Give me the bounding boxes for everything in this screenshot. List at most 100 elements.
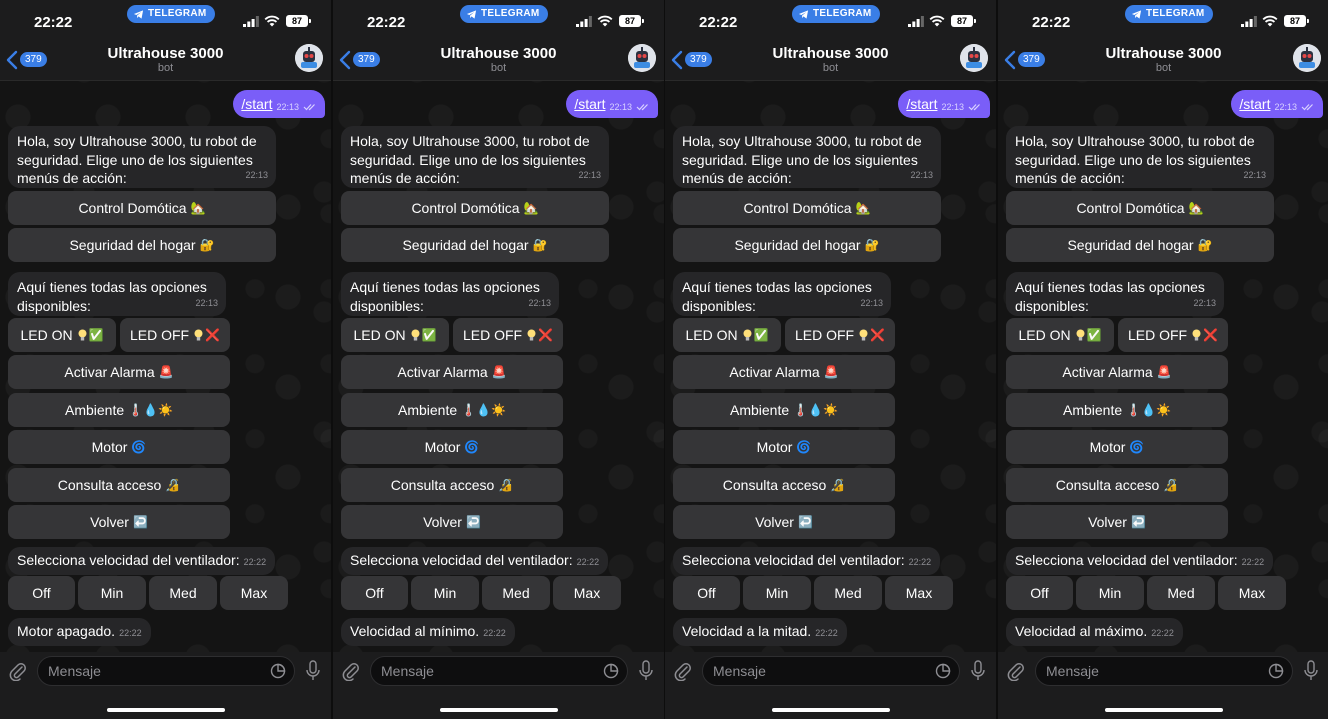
start-command[interactable]: /start [906,96,937,112]
activar-alarma-button[interactable]: Activar Alarma 🚨 [1006,355,1228,389]
seguridad-hogar-button[interactable]: Seguridad del hogar 🔐 [673,228,941,262]
paperclip-icon[interactable] [341,661,361,681]
fan-med-button[interactable]: Med [814,576,882,610]
cellular-signal-icon [243,16,259,27]
return-to-app-pill[interactable]: TELEGRAM [127,5,215,23]
phone-screen: 22:22 TELEGRAM 87 379 Ultrahouse 3000 bo… [665,0,996,719]
seguridad-hogar-button[interactable]: Seguridad del hogar 🔐 [341,228,609,262]
message-input[interactable]: Mensaje [702,656,960,686]
return-to-app-pill[interactable]: TELEGRAM [460,5,548,23]
status-bar: 22:22 TELEGRAM 87 [998,0,1328,40]
message-input[interactable]: Mensaje [370,656,628,686]
fan-off-button[interactable]: Off [673,576,740,610]
fan-max-button[interactable]: Max [885,576,953,610]
bot-avatar-icon[interactable] [960,44,988,72]
paperclip-icon[interactable] [8,661,28,681]
fan-speed-message: Selecciona velocidad del ventilador: 22:2… [673,547,941,575]
fan-med-button[interactable]: Med [1147,576,1215,610]
control-domotica-button[interactable]: Control Domótica 🏡 [673,191,941,225]
volver-button[interactable]: Volver ↩️ [341,505,563,539]
fan-max-button[interactable]: Max [1218,576,1286,610]
led-off-button[interactable]: LED OFF ❌ [120,318,230,352]
sticker-icon[interactable] [270,663,286,679]
response-text: Velocidad al mínimo. [350,623,480,639]
microphone-icon[interactable] [638,660,654,682]
volver-button[interactable]: Volver ↩️ [1006,505,1228,539]
led-on-button[interactable]: LED ON ✅ [341,318,449,352]
microphone-icon[interactable] [1303,660,1319,682]
bot-avatar-icon[interactable] [1293,44,1321,72]
led-on-button[interactable]: LED ON ✅ [1006,318,1114,352]
control-domotica-button[interactable]: Control Domótica 🏡 [1006,191,1274,225]
fan-min-button[interactable]: Min [78,576,146,610]
seguridad-hogar-button[interactable]: Seguridad del hogar 🔐 [1006,228,1274,262]
ambiente-button[interactable]: Ambiente 🌡️💧☀️ [673,393,895,427]
consulta-acceso-button[interactable]: Consulta acceso 🔏 [341,468,563,502]
welcome-message: Hola, soy Ultrahouse 3000, tu robot de s… [673,126,941,188]
motor-button[interactable]: Motor 🌀 [341,430,563,464]
fan-max-button[interactable]: Max [553,576,621,610]
chat-title[interactable]: Ultrahouse 3000 [998,45,1328,62]
sticker-icon[interactable] [935,663,951,679]
fan-max-button[interactable]: Max [220,576,288,610]
status-bar: 22:22 TELEGRAM 87 [0,0,331,40]
bulb-icon [743,329,752,341]
start-command[interactable]: /start [574,96,605,112]
activar-alarma-button[interactable]: Activar Alarma 🚨 [673,355,895,389]
led-off-button[interactable]: LED OFF ❌ [1118,318,1228,352]
fan-med-button[interactable]: Med [482,576,550,610]
sticker-icon[interactable] [1268,663,1284,679]
outgoing-message[interactable]: /start 22:13 [898,90,990,118]
bot-avatar-icon[interactable] [628,44,656,72]
volver-button[interactable]: Volver ↩️ [673,505,895,539]
motor-button[interactable]: Motor 🌀 [8,430,230,464]
microphone-icon[interactable] [970,660,986,682]
start-command[interactable]: /start [241,96,272,112]
consulta-acceso-button[interactable]: Consulta acceso 🔏 [8,468,230,502]
seguridad-hogar-button[interactable]: Seguridad del hogar 🔐 [8,228,276,262]
chat-title[interactable]: Ultrahouse 3000 [0,45,331,62]
outgoing-message[interactable]: /start 22:13 [233,90,325,118]
outgoing-message[interactable]: /start 22:13 [1231,90,1323,118]
thermometer-droplet-sun-icon: 🌡️💧☀️ [128,403,173,417]
outgoing-message[interactable]: /start 22:13 [566,90,658,118]
led-on-button[interactable]: LED ON ✅ [8,318,116,352]
return-to-app-pill[interactable]: TELEGRAM [1125,5,1213,23]
led-off-button[interactable]: LED OFF ❌ [453,318,563,352]
sticker-icon[interactable] [603,663,619,679]
fan-off-button[interactable]: Off [8,576,75,610]
activar-alarma-button[interactable]: Activar Alarma 🚨 [341,355,563,389]
message-input[interactable]: Mensaje [37,656,295,686]
consulta-acceso-button[interactable]: Consulta acceso 🔏 [1006,468,1228,502]
control-domotica-button[interactable]: Control Domótica 🏡 [8,191,276,225]
motor-button[interactable]: Motor 🌀 [1006,430,1228,464]
read-check-icon [303,103,315,110]
motor-button[interactable]: Motor 🌀 [673,430,895,464]
led-off-button[interactable]: LED OFF ❌ [785,318,895,352]
message-input[interactable]: Mensaje [1035,656,1293,686]
message-time: 22:13 [860,297,883,308]
fan-min-button[interactable]: Min [1076,576,1144,610]
control-domotica-button[interactable]: Control Domótica 🏡 [341,191,609,225]
fan-med-button[interactable]: Med [149,576,217,610]
start-command[interactable]: /start [1239,96,1270,112]
paperclip-icon[interactable] [673,661,693,681]
button-label: Off [32,585,51,601]
chat-title[interactable]: Ultrahouse 3000 [665,45,996,62]
ambiente-button[interactable]: Ambiente 🌡️💧☀️ [8,393,230,427]
bot-avatar-icon[interactable] [295,44,323,72]
microphone-icon[interactable] [305,660,321,682]
fan-min-button[interactable]: Min [743,576,811,610]
consulta-acceso-button[interactable]: Consulta acceso 🔏 [673,468,895,502]
fan-off-button[interactable]: Off [1006,576,1073,610]
fan-min-button[interactable]: Min [411,576,479,610]
volver-button[interactable]: Volver ↩️ [8,505,230,539]
paperclip-icon[interactable] [1006,661,1026,681]
ambiente-button[interactable]: Ambiente 🌡️💧☀️ [341,393,563,427]
led-on-button[interactable]: LED ON ✅ [673,318,781,352]
activar-alarma-button[interactable]: Activar Alarma 🚨 [8,355,230,389]
fan-off-button[interactable]: Off [341,576,408,610]
chat-title[interactable]: Ultrahouse 3000 [333,45,664,62]
return-to-app-pill[interactable]: TELEGRAM [792,5,880,23]
ambiente-button[interactable]: Ambiente 🌡️💧☀️ [1006,393,1228,427]
